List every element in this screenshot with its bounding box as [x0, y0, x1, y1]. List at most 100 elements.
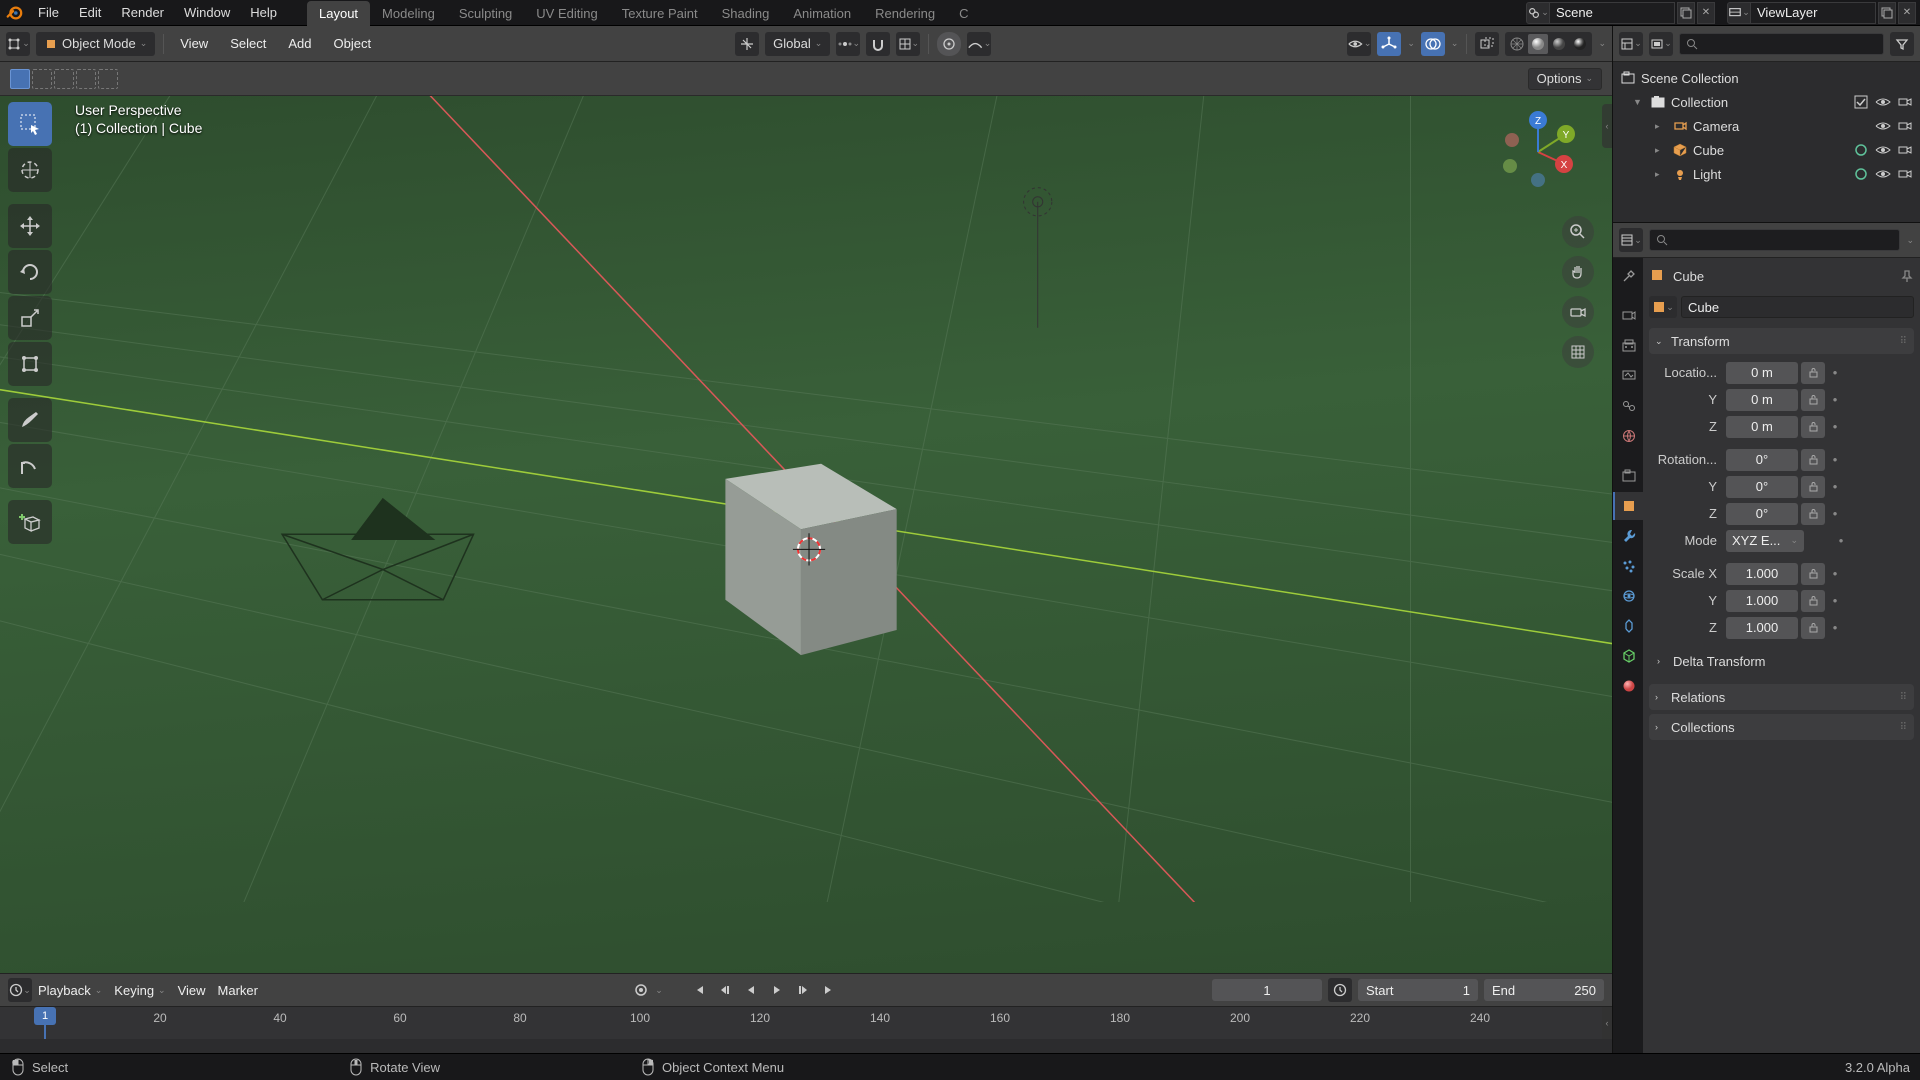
ptab-object-icon[interactable]: [1613, 492, 1643, 520]
timeline-track[interactable]: 20406080100120140160180200220240 1 ‹: [0, 1006, 1612, 1039]
scene-name-input[interactable]: [1550, 2, 1675, 24]
lock-icon[interactable]: [1801, 503, 1825, 525]
pin-icon[interactable]: [1900, 269, 1914, 283]
keying-menu[interactable]: Keying⌄: [114, 983, 165, 998]
scene-delete-button[interactable]: ✕: [1697, 2, 1715, 24]
scale-y-field[interactable]: 1.000: [1726, 590, 1798, 612]
eye-icon[interactable]: [1874, 165, 1892, 183]
ptab-material-icon[interactable]: [1613, 672, 1643, 700]
select-mode-new-icon[interactable]: [10, 69, 30, 89]
select-menu[interactable]: Select: [222, 32, 274, 56]
current-frame-field[interactable]: 1: [1212, 979, 1322, 1001]
disclosure-triangle-icon[interactable]: ▼: [1633, 97, 1645, 107]
viewlayer-new-button[interactable]: [1878, 2, 1896, 24]
ptab-data-icon[interactable]: [1613, 642, 1643, 670]
eye-icon[interactable]: [1874, 141, 1892, 159]
collections-panel-header[interactable]: ›Collections⠿: [1649, 714, 1914, 740]
n-panel-toggle[interactable]: ‹: [1602, 104, 1612, 148]
keyframe-dot-icon[interactable]: •: [1828, 416, 1842, 438]
keyframe-dot-icon[interactable]: •: [1828, 563, 1842, 585]
lock-icon[interactable]: [1801, 476, 1825, 498]
viewlayer-browse-icon[interactable]: ⌄: [1727, 2, 1751, 24]
shading-wireframe-icon[interactable]: [1507, 34, 1527, 54]
render-icon[interactable]: [1896, 165, 1914, 183]
blender-logo-icon[interactable]: [0, 4, 28, 22]
timeline-editor-icon[interactable]: ⌄: [8, 978, 32, 1002]
tool-scale[interactable]: [8, 296, 52, 340]
add-menu[interactable]: Add: [280, 32, 319, 56]
render-icon[interactable]: [1896, 117, 1914, 135]
timeline-view-menu[interactable]: View: [178, 983, 206, 998]
jump-end-icon[interactable]: [817, 979, 841, 1001]
marker-menu[interactable]: Marker: [218, 983, 258, 998]
relations-panel-header[interactable]: ›Relations⠿: [1649, 684, 1914, 710]
lock-icon[interactable]: [1801, 449, 1825, 471]
tab-sculpting[interactable]: Sculpting: [447, 1, 524, 26]
orientation-dropdown[interactable]: Global⌄: [765, 32, 830, 56]
ptab-constraints-icon[interactable]: [1613, 612, 1643, 640]
keyframe-dot-icon[interactable]: •: [1828, 590, 1842, 612]
viewlayer-delete-button[interactable]: ✕: [1898, 2, 1916, 24]
rotation-y-field[interactable]: 0°: [1726, 476, 1798, 498]
ptab-particles-icon[interactable]: [1613, 552, 1643, 580]
snap-type-icon[interactable]: ⌄: [896, 32, 920, 56]
keyframe-dot-icon[interactable]: •: [1828, 476, 1842, 498]
playback-menu[interactable]: Playback⌄: [38, 983, 102, 998]
play-reverse-icon[interactable]: [739, 979, 763, 1001]
select-mode-extend-icon[interactable]: [32, 69, 52, 89]
eye-icon[interactable]: [1874, 93, 1892, 111]
overlays-toggle-icon[interactable]: [1421, 32, 1445, 56]
tab-texture-paint[interactable]: Texture Paint: [610, 1, 710, 26]
keyframe-dot-icon[interactable]: •: [1828, 503, 1842, 525]
zoom-icon[interactable]: [1562, 216, 1594, 248]
gizmo-dropdown[interactable]: ⌄: [1407, 38, 1415, 49]
scene-browse-icon[interactable]: ⌄: [1526, 2, 1550, 24]
lock-icon[interactable]: [1801, 389, 1825, 411]
shading-rendered-icon[interactable]: [1570, 34, 1590, 54]
tool-select-box[interactable]: [8, 102, 52, 146]
mode-dropdown[interactable]: Object Mode⌄: [36, 32, 155, 56]
outliner-search[interactable]: [1679, 33, 1884, 55]
select-mode-subtract-icon[interactable]: [54, 69, 74, 89]
viewlayer-name-input[interactable]: [1751, 2, 1876, 24]
pivot-icon[interactable]: ⌄: [836, 32, 860, 56]
preview-range-icon[interactable]: [1328, 978, 1352, 1002]
menu-edit[interactable]: Edit: [69, 1, 111, 24]
camera-view-icon[interactable]: [1562, 296, 1594, 328]
location-y-field[interactable]: 0 m: [1726, 389, 1798, 411]
jump-start-icon[interactable]: [687, 979, 711, 1001]
location-x-field[interactable]: 0 m: [1726, 362, 1798, 384]
lock-icon[interactable]: [1801, 563, 1825, 585]
orientation-icon[interactable]: [735, 32, 759, 56]
lock-icon[interactable]: [1801, 362, 1825, 384]
disclosure-triangle-icon[interactable]: ▸: [1655, 145, 1667, 156]
drag-handle-icon[interactable]: ⠿: [1900, 336, 1908, 347]
menu-render[interactable]: Render: [111, 1, 174, 24]
tab-modeling[interactable]: Modeling: [370, 1, 447, 26]
keyframe-dot-icon[interactable]: •: [1828, 449, 1842, 471]
props-options-dropdown[interactable]: ⌄: [1906, 235, 1914, 246]
disclosure-triangle-icon[interactable]: ▸: [1655, 121, 1667, 132]
timeline-sidebar-toggle[interactable]: ‹: [1602, 1007, 1612, 1039]
transform-panel-header[interactable]: ⌄Transform⠿: [1649, 328, 1914, 354]
shading-solid-icon[interactable]: [1528, 34, 1548, 54]
timeline-scrollbar[interactable]: [0, 1039, 1612, 1053]
prev-keyframe-icon[interactable]: [713, 979, 737, 1001]
playhead[interactable]: 1: [44, 1007, 46, 1039]
menu-file[interactable]: File: [28, 1, 69, 24]
scene-new-button[interactable]: [1677, 2, 1695, 24]
location-z-field[interactable]: 0 m: [1726, 416, 1798, 438]
lock-icon[interactable]: [1801, 617, 1825, 639]
start-frame-field[interactable]: Start1: [1358, 979, 1478, 1001]
play-icon[interactable]: [765, 979, 789, 1001]
tab-uv-editing[interactable]: UV Editing: [524, 1, 609, 26]
outliner-tree[interactable]: Scene Collection ▼ Collection ▸Camera▸Cu…: [1613, 62, 1920, 222]
tool-add-cube[interactable]: [8, 500, 52, 544]
tool-move[interactable]: [8, 204, 52, 248]
tree-item-camera[interactable]: ▸Camera: [1613, 114, 1920, 138]
tab-animation[interactable]: Animation: [781, 1, 863, 26]
autokey-dropdown[interactable]: ⌄: [655, 985, 663, 996]
keyframe-dot-icon[interactable]: •: [1828, 362, 1842, 384]
menu-window[interactable]: Window: [174, 1, 240, 24]
tree-item-light[interactable]: ▸Light: [1613, 162, 1920, 186]
